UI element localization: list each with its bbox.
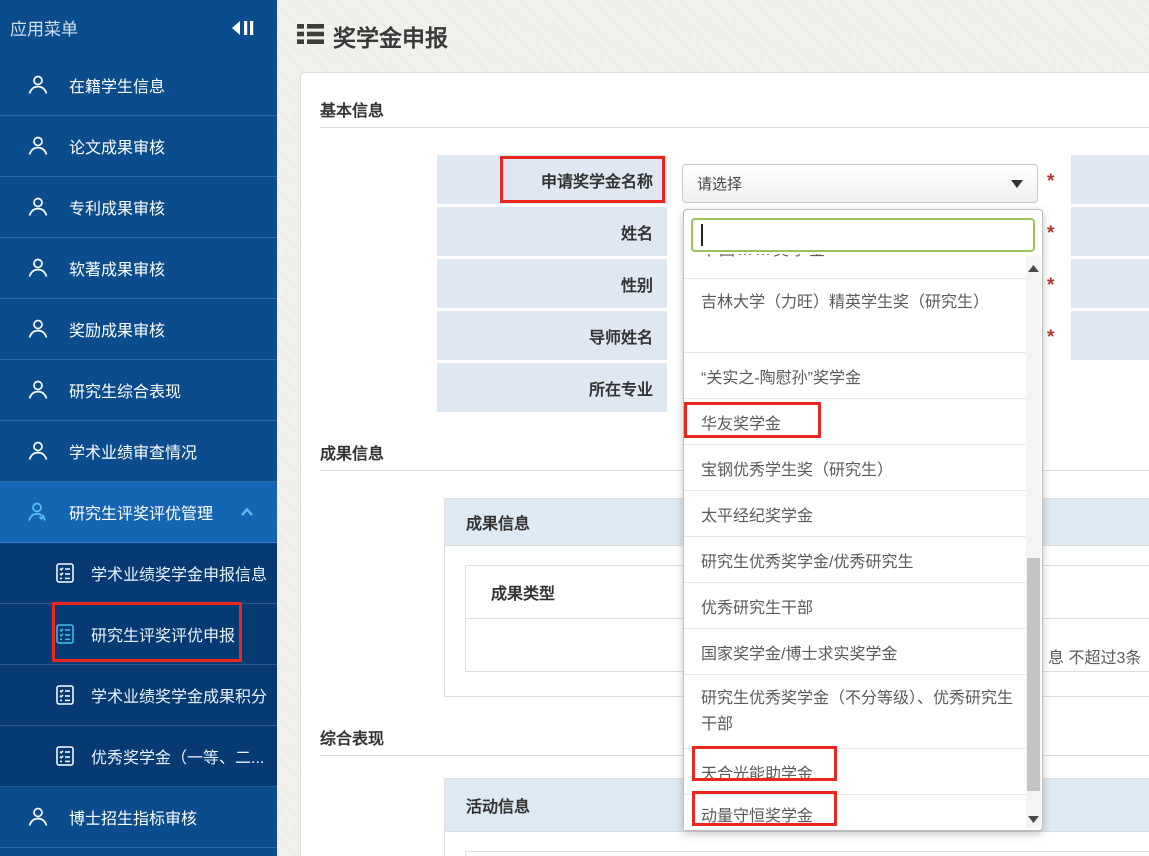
form-right-label-cell <box>1071 259 1149 308</box>
collapse-sidebar-icon[interactable] <box>231 19 255 37</box>
person-icon <box>26 378 50 402</box>
dropdown-search-input[interactable] <box>691 218 1035 252</box>
form-right-label-cell <box>1071 207 1149 256</box>
sidebar-item-software-review[interactable]: 软著成果审核 <box>0 238 277 299</box>
form-label-supervisor-name: 导师姓名 <box>437 311 667 360</box>
sidebar-item-enrolled-students[interactable]: 在籍学生信息 <box>0 55 277 116</box>
sidebar-item-excellent-scholarship[interactable]: 优秀奖学金（一等、二... <box>0 726 277 787</box>
sidebar-item-label: 在籍学生信息 <box>69 73 165 97</box>
page-title: 奖学金申报 <box>333 19 448 53</box>
section-title-basic-info: 基本信息 <box>320 97 384 121</box>
dropdown-option[interactable]: 宝钢优秀学生奖（研究生） <box>684 445 1029 491</box>
dropdown-option[interactable]: 太平经纪奖学金 <box>684 491 1029 537</box>
dropdown-option-momentum[interactable]: 动量守恒奖学金 <box>684 795 1029 830</box>
person-icon <box>26 134 50 158</box>
person-icon <box>26 73 50 97</box>
required-marker: * <box>1047 223 1067 245</box>
required-marker: * <box>1047 275 1067 297</box>
sidebar-title: 应用菜单 <box>10 15 78 40</box>
scholarship-application-page: 应用菜单 在籍学生信息 论文成果审核 专利成果审核 软著成果审核 奖励成果审核 <box>0 0 1149 856</box>
sidebar-item-phd-admission-quota-review[interactable]: 博士招生指标审核 <box>0 787 277 848</box>
person-icon <box>26 256 50 280</box>
checklist-icon <box>54 562 76 584</box>
required-marker: * <box>1047 171 1067 193</box>
checklist-icon <box>54 623 76 645</box>
form-label-name: 姓名 <box>437 207 667 256</box>
list-icon <box>297 23 324 45</box>
dropdown-option[interactable]: “关实之-陶慰孙”奖学金 <box>684 353 1029 399</box>
text-caret <box>701 224 703 246</box>
people-icon <box>26 500 50 524</box>
sidebar-item-patent-review[interactable]: 专利成果审核 <box>0 177 277 238</box>
sidebar-item-award-review[interactable]: 奖励成果审核 <box>0 299 277 360</box>
dropdown-option[interactable]: 研究生优秀奖学金/优秀研究生 <box>684 537 1029 583</box>
sidebar-item-label: 博士招生指标审核 <box>69 805 197 829</box>
section-divider <box>320 127 1149 128</box>
person-icon <box>26 317 50 341</box>
scholarship-dropdown: 中国……奖学金 吉林大学（力旺）精英学生奖（研究生） “关实之-陶慰孙”奖学金 … <box>683 209 1043 831</box>
activity-table <box>465 851 1149 856</box>
dropdown-scrollbar[interactable] <box>1026 256 1041 828</box>
sidebar-item-academic-review-status[interactable]: 学术业绩审查情况 <box>0 421 277 482</box>
sidebar-item-academic-scholarship-application-info[interactable]: 学术业绩奖学金申报信息 <box>0 543 277 604</box>
form-right-label-cell <box>1071 311 1149 360</box>
scroll-up-icon[interactable] <box>1026 264 1041 273</box>
form-label-scholarship-name: 申请奖学金名称 <box>437 155 667 204</box>
sidebar-item-grad-awards-management[interactable]: 研究生评奖评优管理 <box>0 482 277 543</box>
dropdown-option-list: 中国……奖学金 吉林大学（力旺）精英学生奖（研究生） “关实之-陶慰孙”奖学金 … <box>684 254 1029 830</box>
sidebar-item-label: 学术业绩奖学金申报信息 <box>91 561 267 585</box>
section-title-overall-performance: 综合表现 <box>320 725 384 749</box>
sidebar-header: 应用菜单 <box>0 0 277 55</box>
sidebar-item-label: 研究生综合表现 <box>69 378 181 402</box>
sidebar-item-label: 软著成果审核 <box>69 256 165 280</box>
form-right-label-cell <box>1071 155 1149 204</box>
sidebar-item-label: 研究生评奖评优管理 <box>69 500 213 524</box>
scholarship-name-select[interactable]: 请选择 <box>682 164 1038 203</box>
required-marker: * <box>1047 327 1067 349</box>
sidebar-item-label: 优秀奖学金（一等、二... <box>91 744 264 768</box>
person-icon <box>26 439 50 463</box>
dropdown-option[interactable]: 优秀研究生干部 <box>684 583 1029 629</box>
checklist-icon <box>54 745 76 767</box>
sidebar-item-label: 奖励成果审核 <box>69 317 165 341</box>
sidebar: 应用菜单 在籍学生信息 论文成果审核 专利成果审核 软著成果审核 奖励成果审核 <box>0 0 277 856</box>
checklist-icon <box>54 684 76 706</box>
sidebar-item-paper-review[interactable]: 论文成果审核 <box>0 116 277 177</box>
sidebar-item-label: 论文成果审核 <box>69 134 165 158</box>
sidebar-item-grad-overall-performance[interactable]: 研究生综合表现 <box>0 360 277 421</box>
scroll-down-icon[interactable] <box>1026 815 1041 824</box>
sidebar-item-label: 专利成果审核 <box>69 195 165 219</box>
dropdown-arrow-icon <box>1011 180 1023 188</box>
dropdown-option[interactable]: 国家奖学金/博士求实奖学金 <box>684 629 1029 675</box>
sidebar-item-academic-scholarship-points[interactable]: 学术业绩奖学金成果积分 <box>0 665 277 726</box>
form-label-major: 所在专业 <box>437 363 667 412</box>
chevron-up-icon <box>239 504 255 520</box>
dropdown-option-clipped[interactable]: 中国……奖学金 <box>684 254 1029 279</box>
sidebar-item-label: 学术业绩奖学金成果积分 <box>91 683 267 707</box>
section-title-achievement-info: 成果信息 <box>320 440 384 464</box>
sidebar-item-grad-awards-application[interactable]: 研究生评奖评优申报 <box>0 604 277 665</box>
dropdown-option-trina[interactable]: 天合光能助学金 <box>684 749 1029 795</box>
dropdown-option[interactable]: 吉林大学（力旺）精英学生奖（研究生） <box>684 279 1029 353</box>
dropdown-option-huayou[interactable]: 华友奖学金 <box>684 399 1029 445</box>
person-icon <box>26 805 50 829</box>
dropdown-option[interactable]: 研究生优秀奖学金（不分等级）、优秀研究生干部 <box>684 675 1029 749</box>
select-value: 请选择 <box>697 173 742 194</box>
scrollbar-thumb[interactable] <box>1027 558 1040 791</box>
sidebar-item-label: 研究生评奖评优申报 <box>91 622 235 646</box>
sidebar-item-label: 学术业绩审查情况 <box>69 439 197 463</box>
form-label-gender: 性别 <box>437 259 667 308</box>
person-icon <box>26 195 50 219</box>
achievement-empty-hint-fragment: 息 不超过3条 <box>1048 644 1141 668</box>
